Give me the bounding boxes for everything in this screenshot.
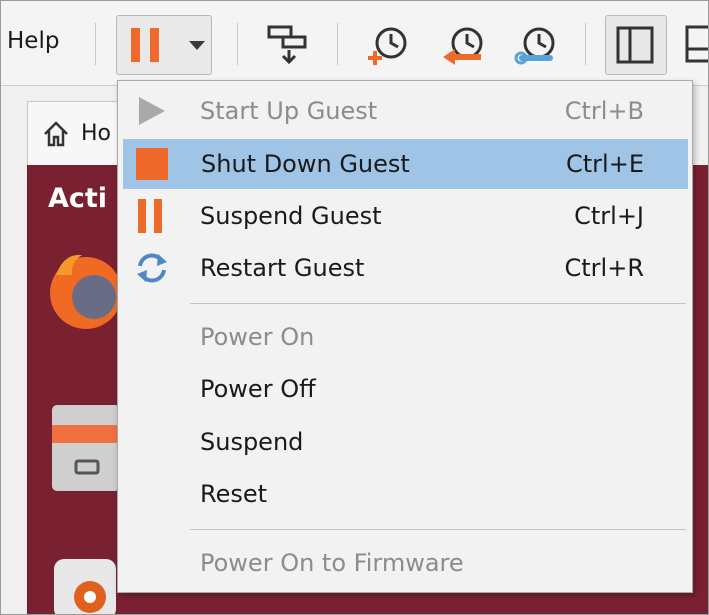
menu-separator [190, 303, 686, 304]
menu-item-shut-down-guest[interactable]: Shut Down Guest Ctrl+E [123, 139, 688, 189]
menu-item-power-off[interactable]: Power Off [122, 364, 688, 414]
tab-home-label: Ho [81, 121, 112, 146]
power-dropdown-button[interactable] [116, 15, 212, 75]
home-icon [44, 121, 68, 147]
chevron-down-icon [189, 41, 205, 50]
sidebar-layout-icon [616, 26, 654, 64]
menu-item-power-on[interactable]: Power On [122, 312, 688, 362]
play-icon [139, 97, 165, 125]
toolbar: Help [1, 1, 708, 86]
menu-help[interactable]: Help [7, 28, 59, 54]
toolbar-separator [95, 23, 96, 65]
menu-separator [190, 529, 686, 530]
menu-item-reset[interactable]: Reset [122, 469, 688, 519]
snapshot-manager-icon[interactable] [513, 23, 561, 69]
firefox-icon[interactable] [42, 245, 122, 335]
rhythmbox-icon[interactable] [52, 557, 116, 615]
send-keys-icon[interactable] [263, 23, 311, 67]
menu-item-power-on-to-firmware[interactable]: Power On to Firmware [122, 538, 688, 588]
menu-item-start-up-guest[interactable]: Start Up Guest Ctrl+B [122, 86, 688, 136]
files-icon[interactable] [50, 403, 120, 495]
take-snapshot-icon[interactable] [365, 23, 411, 69]
activities-label: Acti [48, 183, 108, 214]
show-library-button[interactable] [605, 15, 667, 75]
stop-icon [136, 148, 168, 180]
toolbar-separator [237, 23, 238, 65]
menu-item-suspend[interactable]: Suspend [122, 417, 688, 467]
menu-item-restart-guest[interactable]: Restart Guest Ctrl+R [122, 243, 688, 293]
pause-icon [138, 199, 162, 233]
revert-snapshot-icon[interactable] [441, 23, 489, 69]
toolbar-separator [585, 23, 586, 65]
power-menu: Start Up Guest Ctrl+B Shut Down Guest Ct… [117, 80, 693, 593]
thumbnail-bar-icon[interactable] [685, 23, 709, 67]
vmware-window: Help Ho Acti Start Up Guest Ctrl+B Shut … [0, 0, 709, 615]
toolbar-separator [337, 23, 338, 65]
menu-item-suspend-guest[interactable]: Suspend Guest Ctrl+J [122, 191, 688, 241]
restart-icon [137, 253, 167, 283]
